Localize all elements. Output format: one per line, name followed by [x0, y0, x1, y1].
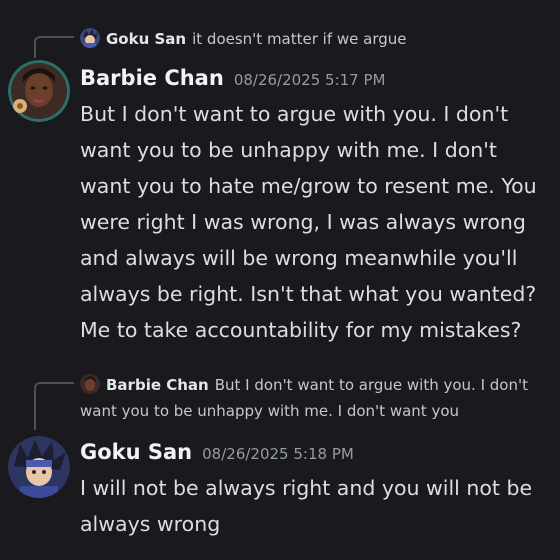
author-name[interactable]: Barbie Chan [80, 66, 224, 90]
reply-connector [34, 382, 74, 430]
reply-author[interactable]: Goku San [106, 30, 186, 48]
reply-preview[interactable]: Barbie Chan But I don't want to argue wit… [80, 372, 550, 424]
message-group: Barbie Chan But I don't want to argue wit… [0, 360, 560, 560]
avatar[interactable] [8, 60, 70, 122]
reply-author[interactable]: Barbie Chan [106, 376, 209, 394]
timestamp[interactable]: 08/26/2025 5:17 PM [234, 71, 386, 89]
message-content: I will not be always right and you will … [80, 476, 533, 536]
reply-connector [34, 36, 74, 58]
reply-avatar[interactable] [80, 374, 100, 394]
reply-preview[interactable]: Goku San it doesn't matter if we argue [80, 28, 550, 49]
message-header: Barbie Chan 08/26/2025 5:17 PM [80, 66, 385, 90]
reply-text[interactable]: it doesn't matter if we argue [192, 30, 406, 48]
author-name[interactable]: Goku San [80, 440, 192, 464]
avatar[interactable] [8, 436, 70, 498]
timestamp[interactable]: 08/26/2025 5:18 PM [202, 445, 354, 463]
message-group: Goku San it doesn't matter if we argue Ba… [0, 0, 560, 350]
message-header: Goku San 08/26/2025 5:18 PM [80, 440, 354, 464]
reply-avatar[interactable] [80, 28, 100, 48]
message-content: But I don't want to argue with you. I do… [80, 102, 537, 342]
